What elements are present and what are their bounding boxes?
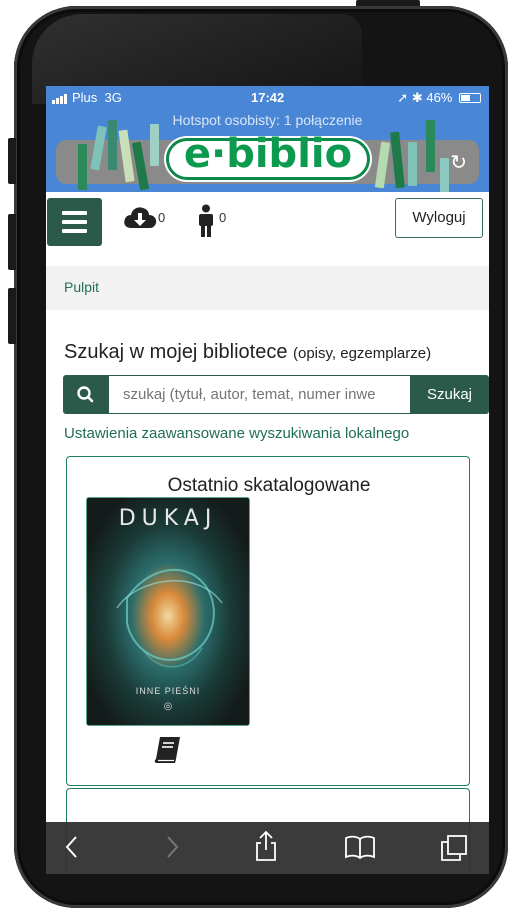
book-icon[interactable] [154,735,182,770]
logo-book-spine [131,141,150,191]
cloud-download-icon[interactable] [122,204,158,237]
phone-power-button [356,0,420,6]
book-title: INNE PIEŚNI [135,686,201,696]
safari-toolbar [46,822,489,874]
ebiblio-logo: e·biblio [46,86,489,204]
recent-catalogued-panel: Ostatnio skatalogowane DUKAJ INNE PIEŚNI… [66,456,470,786]
back-icon[interactable] [64,834,80,865]
search-subtitle: (opisy, egzemplarze) [293,345,432,362]
search-input[interactable] [109,375,410,414]
logo-book-spine [390,131,405,189]
logo-text: e·biblio [183,131,353,177]
book-cover[interactable]: DUKAJ INNE PIEŚNI ◎ [86,497,250,726]
publisher-logo-icon: ◎ [163,701,173,712]
bookmarks-icon[interactable] [344,834,376,865]
phone-volume-down [8,288,16,344]
search-heading: Szukaj w mojej bibliotece (opisy, egzemp… [64,341,431,364]
advanced-search-link[interactable]: Ustawienia zaawansowane wyszukiwania lok… [64,425,409,442]
phone-mute-switch [8,138,16,184]
search-button[interactable]: Szukaj [410,375,489,414]
logo-book-spine [118,129,135,183]
logo-book-spine [150,124,159,166]
logo-book-spine [108,120,117,170]
menu-icon-bar [62,229,87,233]
logo-book-spine [426,120,435,172]
logo-book-spine [374,141,391,189]
menu-icon-bar [62,220,87,224]
logo-book-spine [408,142,417,186]
search-form: Szukaj [63,375,489,414]
search-icon[interactable] [63,375,109,414]
share-icon[interactable] [254,830,278,867]
user-icon[interactable] [196,204,216,243]
logout-button[interactable]: Wyloguj [395,198,483,238]
breadcrumb: Pulpit [46,266,489,310]
logo-book-spine [90,125,107,171]
panel-title: Ostatnio skatalogowane [167,475,371,496]
forward-icon[interactable] [164,834,180,865]
tabs-icon[interactable] [440,834,468,867]
users-count: 0 [219,210,227,225]
menu-button[interactable] [47,198,102,246]
phone-screen: Plus 3G 17:42 ➚ ✱ 46% Hotspot osobisty: … [46,86,489,874]
phone-volume-up [8,214,16,270]
downloads-count: 0 [158,210,166,225]
logo-book-spine [78,144,87,190]
app-navbar: 0 0 Wyloguj [46,192,489,258]
breadcrumb-link[interactable]: Pulpit [64,279,99,295]
search-title: Szukaj w mojej bibliotece [64,341,288,363]
menu-icon-bar [62,211,87,215]
